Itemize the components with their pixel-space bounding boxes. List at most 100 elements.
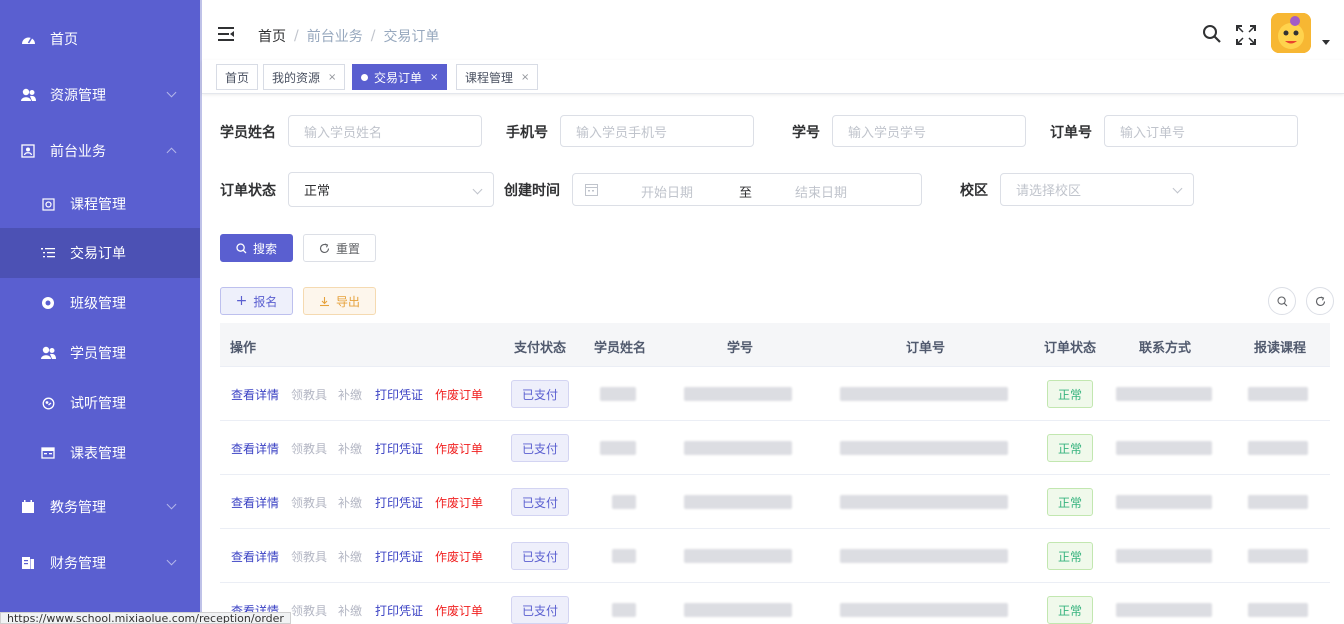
supplement-payment-link[interactable]: 补缴 (338, 548, 362, 565)
sidebar-item-classes[interactable]: 班级管理 (0, 278, 200, 328)
chevron-down-icon (472, 184, 483, 195)
calendar-icon (20, 499, 36, 515)
blurred-course (1248, 441, 1308, 455)
end-date-input[interactable]: 结束日期 (795, 182, 847, 201)
view-details-link[interactable]: 查看详情 (231, 386, 279, 403)
chevron-down-icon[interactable] (1322, 40, 1330, 45)
avatar[interactable] (1271, 13, 1311, 53)
pay-status-tag: 已支付 (511, 596, 569, 624)
column-header: 操作 (230, 341, 257, 356)
column-header: 学员姓名 (594, 341, 647, 356)
void-order-link[interactable]: 作废订单 (435, 494, 483, 511)
supplement-payment-link[interactable]: 补缴 (338, 494, 362, 511)
sidebar-item-label: 班级管理 (70, 296, 126, 312)
supplement-payment-link[interactable]: 补缴 (338, 602, 362, 619)
start-date-input[interactable]: 开始日期 (641, 182, 693, 201)
blurred-contact (1116, 441, 1212, 455)
fullscreen-icon[interactable] (1236, 25, 1256, 49)
campus-select[interactable]: 请选择校区 (1000, 173, 1194, 206)
order-status-tag: 正常 (1047, 434, 1093, 462)
reception-icon (20, 143, 36, 159)
sidebar-item-finance[interactable]: 财务管理 (0, 538, 200, 588)
print-receipt-link[interactable]: 打印凭证 (375, 548, 423, 565)
search-icon (1276, 295, 1287, 306)
sidebar-item-label: 教务管理 (50, 500, 106, 516)
sidebar-item-orders[interactable]: 交易订单 (0, 228, 200, 278)
order-status-select[interactable]: 正常 (288, 172, 494, 207)
sidebar-item-timetable[interactable]: 课表管理 (0, 428, 200, 478)
order-no-input[interactable]: 输入订单号 (1104, 115, 1298, 147)
blurred-student-name (600, 387, 636, 401)
reset-button[interactable]: 重置 (303, 234, 376, 262)
close-icon[interactable]: × (430, 72, 438, 83)
supplement-payment-link[interactable]: 补缴 (338, 440, 362, 457)
chevron-down-icon (1172, 183, 1183, 194)
blurred-order-no (840, 603, 1008, 617)
order-status-tag: 正常 (1047, 488, 1093, 516)
close-icon[interactable]: × (328, 72, 336, 83)
print-receipt-link[interactable]: 打印凭证 (375, 602, 423, 619)
table-refresh-button[interactable] (1306, 287, 1334, 315)
audition-icon (40, 395, 56, 411)
lifebuoy-icon (40, 295, 56, 311)
sidebar-item-academic[interactable]: 教务管理 (0, 482, 200, 532)
active-dot-icon (361, 73, 368, 81)
search-button[interactable]: 搜索 (220, 234, 293, 262)
view-details-link[interactable]: 查看详情 (231, 548, 279, 565)
label-created-time: 创建时间 (504, 183, 560, 199)
sidebar-item-home[interactable]: 首页 (0, 14, 200, 64)
sidebar-item-resources[interactable]: 资源管理 (0, 70, 200, 120)
enroll-button[interactable]: + 报名 (220, 287, 293, 315)
void-order-link[interactable]: 作废订单 (435, 602, 483, 619)
collect-materials-link[interactable]: 领教具 (291, 494, 327, 511)
sidebar-item-reception[interactable]: 前台业务 (0, 126, 200, 176)
print-receipt-link[interactable]: 打印凭证 (375, 440, 423, 457)
finance-icon (20, 555, 36, 571)
date-range-picker[interactable]: 开始日期 至 结束日期 (572, 173, 922, 206)
label-phone: 手机号 (506, 125, 548, 141)
sidebar-item-audition[interactable]: 试听管理 (0, 378, 200, 428)
phone-input[interactable]: 输入学员手机号 (560, 115, 754, 147)
sidebar-item-course[interactable]: 课程管理 (0, 179, 200, 229)
tab-course[interactable]: 课程管理 × (456, 64, 539, 90)
breadcrumb-separator: / (294, 28, 299, 44)
view-details-link[interactable]: 查看详情 (231, 494, 279, 511)
export-button-label: 导出 (335, 294, 360, 309)
blurred-student-name (612, 603, 636, 617)
download-icon (319, 296, 329, 306)
view-details-link[interactable]: 查看详情 (231, 440, 279, 457)
sidebar: 首页 资源管理 前台业务 课程管理 交易订单 班级管理 学员管理 试听管理 课表… (0, 0, 200, 624)
student-no-input[interactable]: 输入学员学号 (832, 115, 1026, 147)
tab-my-resources[interactable]: 我的资源 × (263, 64, 346, 90)
hamburger-icon[interactable] (218, 27, 234, 41)
void-order-link[interactable]: 作废订单 (435, 440, 483, 457)
sidebar-item-label: 财务管理 (50, 556, 106, 572)
collect-materials-link[interactable]: 领教具 (291, 440, 327, 457)
sidebar-item-students[interactable]: 学员管理 (0, 328, 200, 378)
breadcrumb-item-home[interactable]: 首页 (258, 26, 286, 46)
student-name-input[interactable]: 输入学员姓名 (288, 115, 482, 147)
blurred-student-name (612, 495, 636, 509)
void-order-link[interactable]: 作废订单 (435, 548, 483, 565)
label-order-status: 订单状态 (220, 183, 276, 199)
blurred-contact (1116, 387, 1212, 401)
collect-materials-link[interactable]: 领教具 (291, 548, 327, 565)
breadcrumb-item-reception[interactable]: 前台业务 (307, 26, 363, 46)
print-receipt-link[interactable]: 打印凭证 (375, 494, 423, 511)
plus-icon: + (235, 293, 248, 309)
list-icon (40, 245, 56, 261)
supplement-payment-link[interactable]: 补缴 (338, 386, 362, 403)
collect-materials-link[interactable]: 领教具 (291, 386, 327, 403)
search-icon[interactable] (1202, 24, 1222, 48)
tab-home[interactable]: 首页 (216, 64, 259, 90)
export-button[interactable]: 导出 (303, 287, 376, 315)
pay-status-tag: 已支付 (511, 488, 569, 516)
breadcrumb-separator: / (370, 28, 376, 44)
close-icon[interactable]: × (521, 72, 529, 83)
collect-materials-link[interactable]: 领教具 (291, 602, 327, 619)
table-search-button[interactable] (1268, 287, 1296, 315)
print-receipt-link[interactable]: 打印凭证 (375, 386, 423, 403)
void-order-link[interactable]: 作废订单 (435, 386, 483, 403)
blurred-student-no (684, 495, 792, 509)
tab-orders[interactable]: 交易订单 × (352, 64, 448, 90)
